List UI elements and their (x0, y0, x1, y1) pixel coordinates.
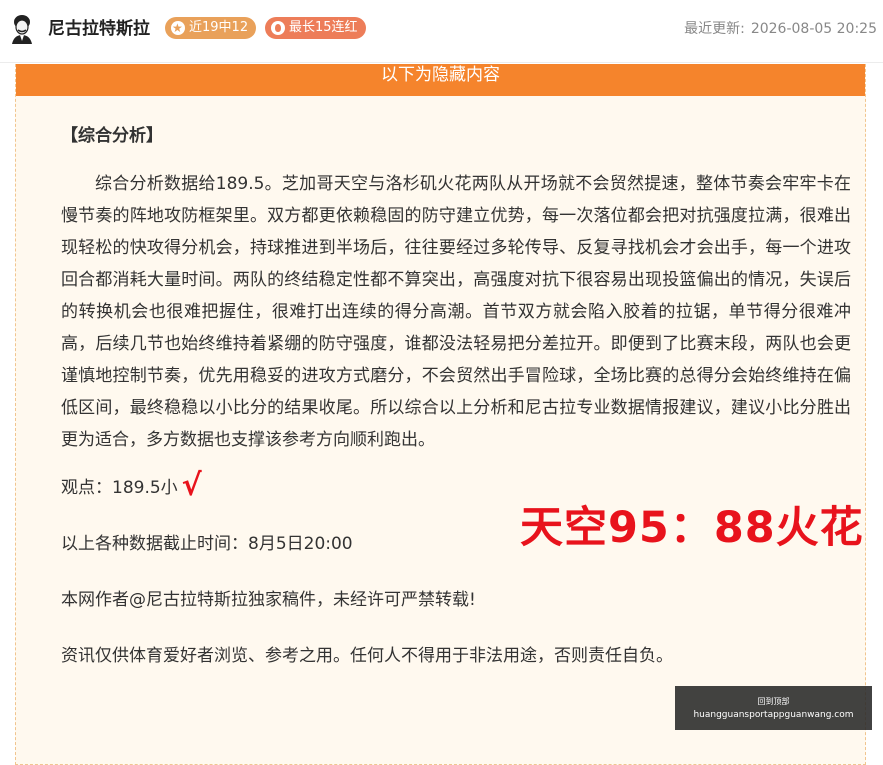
author-header: 尼古拉特斯拉 近19中12 最长15连红 最近更新: 2026-08-05 20:… (0, 0, 883, 63)
flame-icon (271, 21, 285, 35)
win-streak-badge: 最长15连红 (265, 17, 366, 39)
hidden-content-box: 以下为隐藏内容 【综合分析】 综合分析数据给189.5。芝加哥天空与洛杉矶火花两… (15, 64, 866, 765)
star-icon (171, 17, 185, 39)
author-name[interactable]: 尼古拉特斯拉 (48, 16, 150, 42)
copyright-line: 本网作者@尼古拉特斯拉独家稿件，未经许可严禁转载! (61, 590, 476, 610)
toast-url[interactable]: huangguansportappguanwang.com (675, 708, 872, 722)
author-avatar[interactable] (8, 14, 36, 44)
back-to-top-toast[interactable]: 回到顶部 huangguansportappguanwang.com (675, 686, 872, 730)
win-streak-label: 最长15连红 (289, 20, 358, 35)
hidden-content-header: 以下为隐藏内容 (16, 64, 865, 96)
analysis-paragraph: 综合分析数据给189.5。芝加哥天空与洛杉矶火花两队从开场就不会贸然提速，整体节… (61, 174, 851, 450)
prediction-line: 观点：189.5小 √ (61, 471, 851, 504)
disclaimer-line: 资讯仅供体育爱好者浏览、参考之用。任何人不得用于非法用途，否则责任自负。 (61, 646, 673, 666)
article-body: 【综合分析】 综合分析数据给189.5。芝加哥天空与洛杉矶火花两队从开场就不会贸… (61, 120, 851, 696)
prediction-text: 观点：189.5小 (61, 478, 178, 498)
hit-rate-label: 近19中12 (189, 20, 249, 35)
toast-title: 回到顶部 (757, 697, 790, 706)
last-updated: 最近更新: 2026-08-05 20:25 (684, 18, 877, 40)
section-title: 【综合分析】 (61, 126, 163, 146)
last-updated-time: 2026-08-05 20:25 (750, 21, 877, 37)
hit-rate-badge: 近19中12 (165, 17, 257, 39)
check-mark-icon: √ (181, 468, 202, 503)
last-updated-label: 最近更新: (684, 21, 745, 37)
final-score-stamp: 天空95：88火花 (520, 503, 864, 553)
